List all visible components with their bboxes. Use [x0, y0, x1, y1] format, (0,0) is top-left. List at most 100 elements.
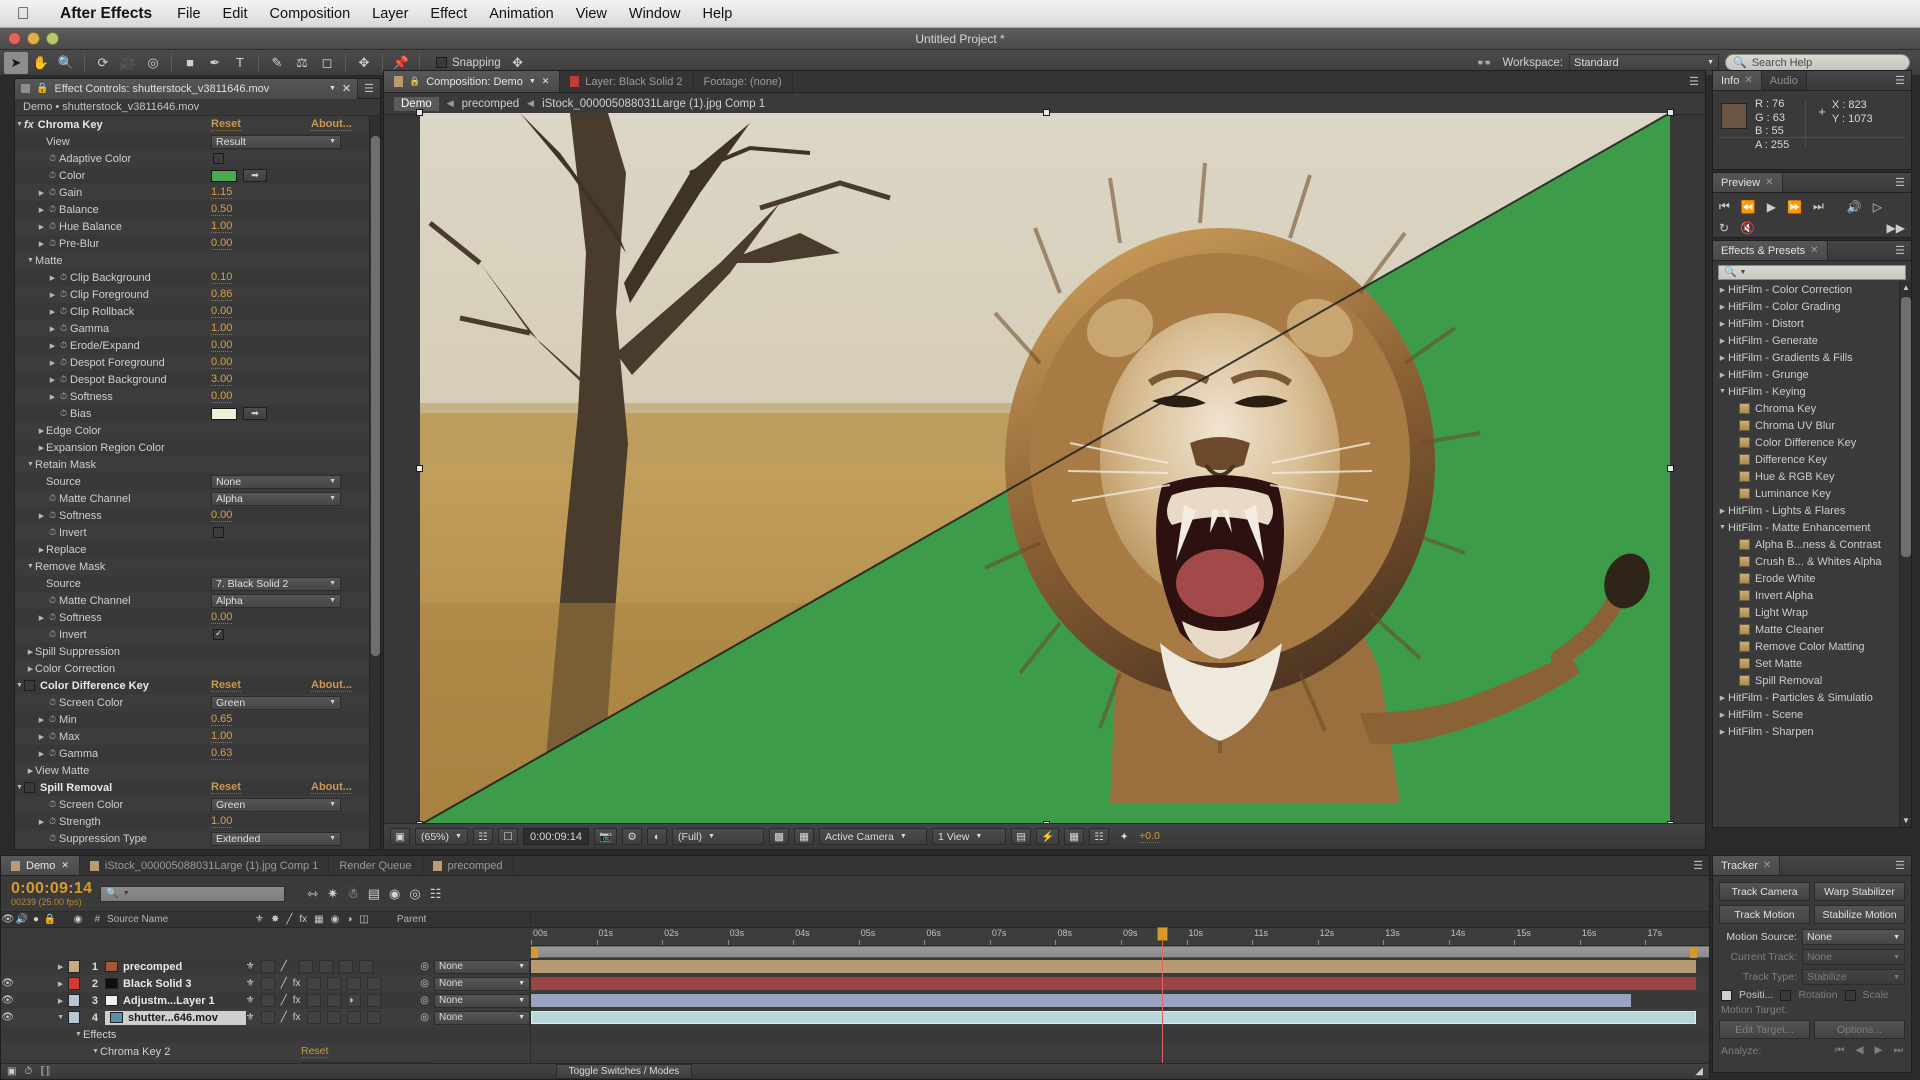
composition-stage[interactable] — [384, 115, 1705, 823]
effect-row-clip-foreground[interactable]: ▶⏱Clip Foreground0.86 — [15, 286, 369, 303]
triangle-right-icon[interactable]: ▶ — [48, 291, 57, 299]
effects-item-hitfilm-sharpen[interactable]: ▶HitFilm - Sharpen — [1713, 723, 1899, 740]
effect-row-select[interactable]: Alpha▼ — [211, 594, 341, 608]
selection-tool-icon[interactable]: ➤ — [4, 52, 28, 74]
effect-row-gain[interactable]: ▶⏱Gain1.15 — [15, 184, 369, 201]
triangle-right-icon[interactable]: ▶ — [37, 529, 46, 537]
effect-row-value[interactable]: 0.00 — [211, 356, 232, 369]
triangle-right-icon[interactable]: ▶ — [1717, 303, 1728, 311]
chevron-down-icon[interactable]: ▼ — [123, 890, 130, 897]
stopwatch-icon[interactable]: ⏱ — [46, 748, 59, 759]
stopwatch-icon[interactable]: ⏱ — [46, 731, 59, 742]
triangle-down-icon[interactable]: ▼ — [26, 461, 35, 468]
layer-name[interactable]: Black Solid 3 — [105, 978, 246, 990]
triangle-right-icon[interactable]: ▶ — [37, 546, 46, 554]
triangle-right-icon[interactable]: ▶ — [54, 963, 68, 971]
effect-row-gamma[interactable]: ▶⏱Gamma1.00 — [15, 320, 369, 337]
effect-row-color[interactable]: ▶⏱Color➡ — [15, 167, 369, 184]
triangle-right-icon[interactable]: ▶ — [1717, 507, 1728, 515]
shape-tool-icon[interactable]: ■ — [178, 52, 202, 74]
triangle-right-icon[interactable]: ▶ — [37, 138, 46, 146]
effect-row-color-correction[interactable]: ▶Color Correction — [15, 660, 369, 677]
effect-row-remove-mask[interactable]: ▼Remove Mask — [15, 558, 369, 575]
effects-item-hitfilm-grunge[interactable]: ▶HitFilm - Grunge — [1713, 366, 1899, 383]
effect-row-value[interactable]: 0.00 — [211, 237, 232, 250]
comp-tab-0[interactable]: 🔒Composition: Demo▼✕ — [384, 71, 560, 92]
timeline-time-display[interactable]: 0:00:09:14 00239 (25.00 fps) — [1, 881, 100, 907]
chevron-down-icon[interactable]: ▼ — [529, 78, 536, 85]
quality-switch[interactable]: ╱ — [281, 978, 287, 989]
effect-row-spill-removal[interactable]: ▼Spill RemovalResetAbout... — [15, 779, 369, 796]
effect-row-select[interactable]: Extended▼ — [211, 832, 341, 846]
graph-editor-icon[interactable]: ◎ — [409, 886, 420, 902]
effect-row-gamma[interactable]: ▶⏱Gamma0.63 — [15, 745, 369, 762]
hide-shy-layers-icon[interactable]: ☃ — [347, 886, 359, 902]
layer-switches[interactable]: ⚜╱ — [246, 960, 421, 973]
eyedropper-icon[interactable]: ➡ — [243, 169, 267, 182]
stopwatch-icon[interactable]: ⏱ — [57, 374, 70, 385]
frame-render-time-icon[interactable]: ⏱ — [24, 1066, 32, 1077]
effect-row-matte[interactable]: ▼Matte — [15, 252, 369, 269]
timeline-tab-2[interactable]: Render Queue — [329, 856, 422, 875]
scroll-down-icon[interactable]: ▼ — [1901, 816, 1911, 825]
layer-switches[interactable]: ⚜╱fx◑ — [246, 994, 421, 1007]
effect-about-link[interactable]: About... — [311, 679, 352, 692]
rotation-checkbox[interactable] — [1780, 990, 1791, 1001]
effect-enable-checkbox[interactable] — [24, 782, 35, 793]
layer-parent[interactable]: ◎None▼ — [420, 994, 530, 1008]
comp-tab-1[interactable]: Layer: Black Solid 2 — [560, 71, 693, 92]
panel-menu-icon[interactable]: ☰ — [1889, 173, 1911, 192]
scrollbar-thumb[interactable] — [1901, 297, 1911, 557]
scrollbar-thumb[interactable] — [371, 136, 380, 656]
effect-row-spill-suppression[interactable]: ▶Spill Suppression — [15, 643, 369, 660]
triangle-right-icon[interactable]: ▶ — [1717, 728, 1728, 736]
effects-item-hitfilm-color-grading[interactable]: ▶HitFilm - Color Grading — [1713, 298, 1899, 315]
search-help-input[interactable]: 🔍 Search Help — [1725, 54, 1910, 71]
triangle-right-icon[interactable]: ▶ — [48, 325, 57, 333]
panel-menu-icon[interactable]: ☰ — [1889, 71, 1911, 90]
effects-item-hitfilm-lights-flares[interactable]: ▶HitFilm - Lights & Flares — [1713, 502, 1899, 519]
stopwatch-icon[interactable]: ⏱ — [46, 187, 59, 198]
triangle-right-icon[interactable]: ▶ — [1717, 711, 1728, 719]
layer-visibility-toggle[interactable]: 👁 — [1, 1012, 14, 1023]
stopwatch-icon[interactable]: ⏱ — [46, 221, 59, 232]
frame-blend-switch[interactable] — [299, 960, 313, 973]
effects-item-hitfilm-scene[interactable]: ▶HitFilm - Scene — [1713, 706, 1899, 723]
triangle-right-icon[interactable]: ▶ — [1717, 354, 1728, 362]
region-of-interest-icon[interactable]: ☐ — [498, 828, 518, 845]
effect-row-select[interactable]: Result▼ — [211, 135, 341, 149]
stopwatch-icon[interactable]: ⏱ — [46, 170, 59, 181]
effect-row-softness[interactable]: ▶⏱Softness0.00 — [15, 388, 369, 405]
triangle-right-icon[interactable]: ▶ — [37, 512, 46, 520]
layer-duration-bar[interactable] — [531, 977, 1696, 990]
brush-tool-icon[interactable]: ✎ — [265, 52, 289, 74]
effect-row-min[interactable]: ▶⏱Min0.65 — [15, 711, 369, 728]
close-icon[interactable]: ✕ — [1763, 860, 1771, 871]
first-frame-icon[interactable]: ⏮ — [1719, 199, 1730, 214]
triangle-right-icon[interactable]: ▶ — [37, 631, 46, 639]
transparency-grid-icon[interactable]: ▦ — [794, 828, 814, 845]
playhead-knob[interactable] — [1157, 927, 1168, 941]
warp-stabilizer-button[interactable]: Warp Stabilizer — [1814, 882, 1905, 901]
effects-item-color-difference-key[interactable]: Color Difference Key — [1713, 434, 1899, 451]
close-icon[interactable]: ✕ — [542, 76, 550, 87]
triangle-right-icon[interactable]: ▶ — [37, 189, 46, 197]
channel-rgb-icon[interactable]: ◐ — [647, 828, 667, 845]
panel-menu-icon[interactable]: ☰ — [1683, 71, 1705, 92]
parent-select[interactable]: None▼ — [434, 977, 530, 991]
tab-info[interactable]: Info ✕ — [1713, 71, 1762, 90]
panel-menu-icon[interactable]: ☰ — [1889, 241, 1911, 260]
motion-blur-switch[interactable] — [319, 960, 333, 973]
effects-item-hitfilm-generate[interactable]: ▶HitFilm - Generate — [1713, 332, 1899, 349]
effect-row-chroma-key[interactable]: ▼fxChroma KeyResetAbout... — [15, 116, 369, 133]
effect-row-erode-expand[interactable]: ▶⏱Erode/Expand0.00 — [15, 337, 369, 354]
effect-row-select[interactable]: Alpha▼ — [211, 492, 341, 506]
camera-tool-icon[interactable]: 🎥 — [116, 52, 140, 74]
effect-about-link[interactable]: About... — [311, 118, 352, 131]
effect-row-hue-balance[interactable]: ▶⏱Hue Balance1.00 — [15, 218, 369, 235]
next-frame-icon[interactable]: ⏩ — [1787, 200, 1802, 214]
effect-row-edge-color[interactable]: ▶Edge Color — [15, 422, 369, 439]
stopwatch-icon[interactable]: ⏱ — [46, 799, 59, 810]
effect-reset-link[interactable]: Reset — [211, 679, 241, 692]
effect-row-matte-channel[interactable]: ▶⏱Matte ChannelAlpha▼ — [15, 592, 369, 609]
